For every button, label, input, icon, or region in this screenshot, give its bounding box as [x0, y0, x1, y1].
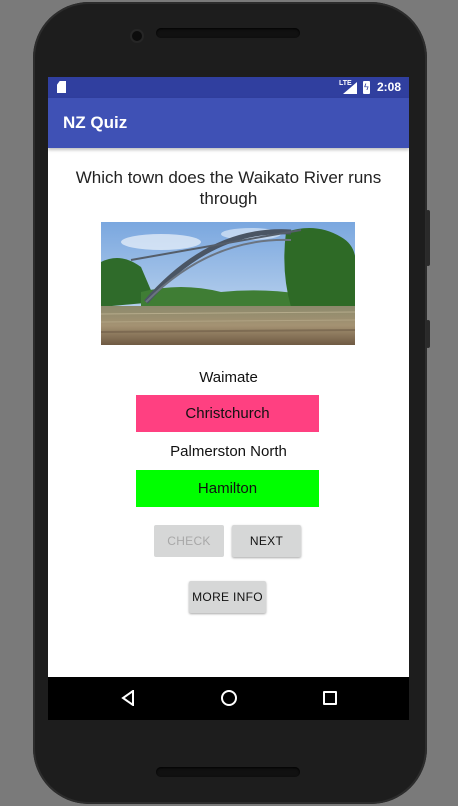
sd-card-icon	[57, 81, 66, 93]
battery-charging-icon: ϟ	[363, 81, 370, 94]
front-camera	[132, 31, 142, 41]
nav-back-icon[interactable]	[121, 690, 135, 706]
answer-option-3[interactable]: Palmerston North	[48, 443, 409, 460]
navigation-bar	[48, 677, 409, 720]
nav-home-icon[interactable]	[221, 690, 237, 706]
answer-option-4[interactable]: Hamilton	[136, 470, 319, 507]
status-bar: LTE ϟ 2:08	[48, 77, 409, 98]
top-speaker	[156, 28, 300, 38]
more-info-button[interactable]: MORE INFO	[189, 581, 266, 613]
bottom-speaker	[156, 767, 300, 777]
app-bar: NZ Quiz	[48, 98, 409, 148]
network-type: LTE	[339, 80, 352, 87]
answer-option-2[interactable]: Christchurch	[136, 395, 319, 432]
lte-signal-icon: LTE	[339, 80, 357, 94]
nav-recents-icon[interactable]	[323, 691, 337, 705]
next-button[interactable]: NEXT	[232, 525, 301, 557]
status-time: 2:08	[377, 80, 402, 94]
volume-button	[426, 210, 430, 266]
question-image-waikato-bridge	[101, 222, 355, 345]
app-title: NZ Quiz	[63, 113, 128, 132]
power-button	[426, 320, 430, 348]
check-button[interactable]: CHECK	[154, 525, 224, 557]
question-text: Which town does the Waikato River runs t…	[75, 168, 382, 208]
answer-option-1[interactable]: Waimate	[48, 369, 409, 386]
app-screen: LTE ϟ 2:08 NZ Quiz Which town does the W…	[48, 77, 409, 720]
